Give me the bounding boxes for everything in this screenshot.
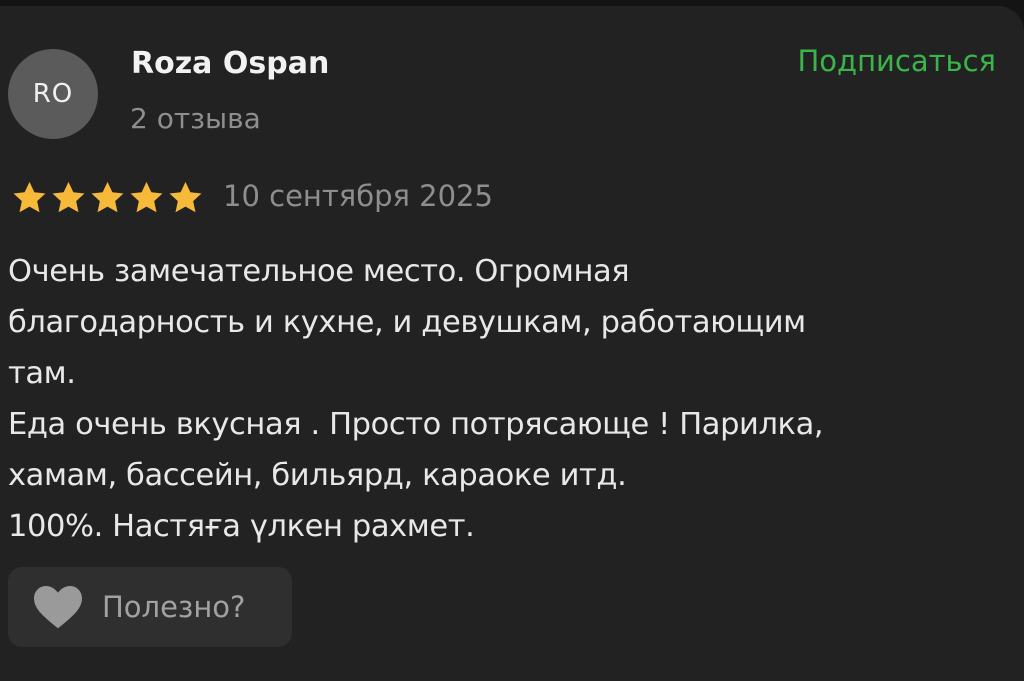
star-rating <box>10 180 205 216</box>
avatar-initials: RO <box>32 79 74 109</box>
review-text-line: Очень замечательное место. Огромная <box>8 254 630 289</box>
star-icon <box>52 181 85 213</box>
review-text-line: 100%. Настяға үлкен рахмет. <box>8 509 475 544</box>
star-icon <box>130 181 163 213</box>
review-text: Очень замечательное место. Огромная благ… <box>8 246 998 552</box>
heart-icon <box>34 586 82 629</box>
review-date: 10 сентября 2025 <box>223 179 493 213</box>
rating-row: 10 сентября 2025 <box>10 178 493 218</box>
star-icon <box>91 181 124 213</box>
review-text-line: Еда очень вкусная . Просто потрясающе ! … <box>8 407 824 442</box>
review-text-line: там. <box>8 356 76 391</box>
review-text-line: хамам, бассейн, бильярд, караоке итд. <box>8 458 627 493</box>
review-card: RO Roza Ospan 2 отзыва Подписаться 10 се… <box>0 6 1024 681</box>
subscribe-button[interactable]: Подписаться <box>798 44 997 78</box>
helpful-button[interactable]: Полезно? <box>8 567 292 647</box>
avatar[interactable]: RO <box>8 49 98 139</box>
author-name[interactable]: Roza Ospan <box>131 46 329 81</box>
review-text-line: благодарность и кухне, и девушкам, работ… <box>8 305 806 340</box>
star-icon <box>169 181 202 213</box>
author-review-count: 2 отзыва <box>130 102 261 135</box>
star-icon <box>13 181 46 213</box>
helpful-label: Полезно? <box>102 590 246 624</box>
